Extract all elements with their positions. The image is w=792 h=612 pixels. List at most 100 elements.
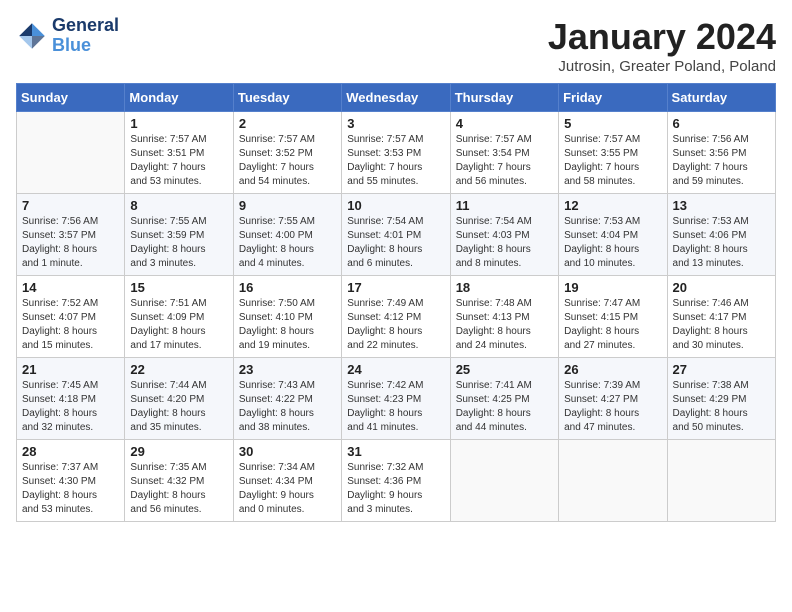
day-number: 7 (22, 198, 119, 213)
day-info: Sunrise: 7:48 AMSunset: 4:13 PMDaylight:… (456, 297, 553, 353)
day-info: Sunrise: 7:41 AMSunset: 4:25 PMDaylight:… (456, 379, 553, 435)
day-info: Sunrise: 7:53 AMSunset: 4:04 PMDaylight:… (564, 215, 661, 271)
day-info: Sunrise: 7:35 AMSunset: 4:32 PMDaylight:… (130, 461, 227, 517)
day-cell-5: 5 Sunrise: 7:57 AMSunset: 3:55 PMDaylight… (559, 112, 667, 194)
day-cell-20: 20 Sunrise: 7:46 AMSunset: 4:17 PMDayligh… (667, 276, 775, 358)
day-info: Sunrise: 7:44 AMSunset: 4:20 PMDaylight:… (130, 379, 227, 435)
day-cell-15: 15 Sunrise: 7:51 AMSunset: 4:09 PMDayligh… (125, 276, 233, 358)
day-info: Sunrise: 7:51 AMSunset: 4:09 PMDaylight:… (130, 297, 227, 353)
day-info: Sunrise: 7:43 AMSunset: 4:22 PMDaylight:… (239, 379, 336, 435)
day-cell-7: 7 Sunrise: 7:56 AMSunset: 3:57 PMDaylight… (17, 194, 125, 276)
day-info: Sunrise: 7:57 AMSunset: 3:51 PMDaylight:… (130, 133, 227, 189)
day-info: Sunrise: 7:39 AMSunset: 4:27 PMDaylight:… (564, 379, 661, 435)
day-number: 5 (564, 116, 661, 131)
day-info: Sunrise: 7:53 AMSunset: 4:06 PMDaylight:… (673, 215, 770, 271)
day-info: Sunrise: 7:52 AMSunset: 4:07 PMDaylight:… (22, 297, 119, 353)
calendar-table: SundayMondayTuesdayWednesdayThursdayFrid… (16, 83, 776, 522)
day-number: 21 (22, 362, 119, 377)
day-cell-19: 19 Sunrise: 7:47 AMSunset: 4:15 PMDayligh… (559, 276, 667, 358)
day-number: 12 (564, 198, 661, 213)
day-cell-28: 28 Sunrise: 7:37 AMSunset: 4:30 PMDayligh… (17, 440, 125, 522)
day-number: 25 (456, 362, 553, 377)
day-info: Sunrise: 7:47 AMSunset: 4:15 PMDaylight:… (564, 297, 661, 353)
day-info: Sunrise: 7:49 AMSunset: 4:12 PMDaylight:… (347, 297, 444, 353)
day-number: 10 (347, 198, 444, 213)
day-cell-17: 17 Sunrise: 7:49 AMSunset: 4:12 PMDayligh… (342, 276, 450, 358)
day-number: 17 (347, 280, 444, 295)
day-cell-22: 22 Sunrise: 7:44 AMSunset: 4:20 PMDayligh… (125, 358, 233, 440)
page-header: General Blue January 2024 Jutrosin, Grea… (16, 16, 776, 75)
weekday-header-friday: Friday (559, 84, 667, 112)
day-info: Sunrise: 7:50 AMSunset: 4:10 PMDaylight:… (239, 297, 336, 353)
day-info: Sunrise: 7:55 AMSunset: 4:00 PMDaylight:… (239, 215, 336, 271)
day-number: 27 (673, 362, 770, 377)
day-info: Sunrise: 7:46 AMSunset: 4:17 PMDaylight:… (673, 297, 770, 353)
week-row-4: 21Sunrise: 7:45 AMSunset: 4:18 PMDayligh… (17, 358, 776, 440)
day-info: Sunrise: 7:34 AMSunset: 4:34 PMDaylight:… (239, 461, 336, 517)
day-cell-25: 25 Sunrise: 7:41 AMSunset: 4:25 PMDayligh… (450, 358, 558, 440)
day-number: 19 (564, 280, 661, 295)
day-number: 6 (673, 116, 770, 131)
day-number: 4 (456, 116, 553, 131)
day-number: 11 (456, 198, 553, 213)
week-row-2: 7 Sunrise: 7:56 AMSunset: 3:57 PMDaylight… (17, 194, 776, 276)
day-cell-24: 24 Sunrise: 7:42 AMSunset: 4:23 PMDayligh… (342, 358, 450, 440)
day-cell-26: 26 Sunrise: 7:39 AMSunset: 4:27 PMDayligh… (559, 358, 667, 440)
logo-text: General Blue (52, 16, 119, 56)
weekday-header-wednesday: Wednesday (342, 84, 450, 112)
weekday-header-monday: Monday (125, 84, 233, 112)
day-number: 31 (347, 444, 444, 459)
day-number: 18 (456, 280, 553, 295)
title-block: January 2024 Jutrosin, Greater Poland, P… (548, 16, 776, 75)
day-number: 13 (673, 198, 770, 213)
day-info: Sunrise: 7:38 AMSunset: 4:29 PMDaylight:… (673, 379, 770, 435)
day-cell-27: 27 Sunrise: 7:38 AMSunset: 4:29 PMDayligh… (667, 358, 775, 440)
day-cell-3: 3 Sunrise: 7:57 AMSunset: 3:53 PMDaylight… (342, 112, 450, 194)
day-number: 8 (130, 198, 227, 213)
empty-cell (17, 112, 125, 194)
weekday-header-saturday: Saturday (667, 84, 775, 112)
day-info: Sunrise: 7:56 AMSunset: 3:57 PMDaylight:… (22, 215, 119, 271)
day-cell-4: 4Sunrise: 7:57 AMSunset: 3:54 PMDaylight… (450, 112, 558, 194)
week-row-3: 14 Sunrise: 7:52 AMSunset: 4:07 PMDayligh… (17, 276, 776, 358)
day-number: 16 (239, 280, 336, 295)
day-cell-16: 16 Sunrise: 7:50 AMSunset: 4:10 PMDayligh… (233, 276, 341, 358)
day-cell-13: 13 Sunrise: 7:53 AMSunset: 4:06 PMDayligh… (667, 194, 775, 276)
day-number: 26 (564, 362, 661, 377)
empty-cell (559, 440, 667, 522)
day-cell-14: 14 Sunrise: 7:52 AMSunset: 4:07 PMDayligh… (17, 276, 125, 358)
day-cell-12: 12 Sunrise: 7:53 AMSunset: 4:04 PMDayligh… (559, 194, 667, 276)
day-number: 15 (130, 280, 227, 295)
empty-cell (450, 440, 558, 522)
day-info: Sunrise: 7:42 AMSunset: 4:23 PMDaylight:… (347, 379, 444, 435)
day-cell-18: 18 Sunrise: 7:48 AMSunset: 4:13 PMDayligh… (450, 276, 558, 358)
day-info: Sunrise: 7:54 AMSunset: 4:01 PMDaylight:… (347, 215, 444, 271)
day-number: 23 (239, 362, 336, 377)
week-row-5: 28 Sunrise: 7:37 AMSunset: 4:30 PMDayligh… (17, 440, 776, 522)
day-info: Sunrise: 7:54 AMSunset: 4:03 PMDaylight:… (456, 215, 553, 271)
day-number: 14 (22, 280, 119, 295)
logo-icon (16, 20, 48, 52)
day-cell-1: 1Sunrise: 7:57 AMSunset: 3:51 PMDaylight… (125, 112, 233, 194)
day-cell-11: 11 Sunrise: 7:54 AMSunset: 4:03 PMDayligh… (450, 194, 558, 276)
day-number: 30 (239, 444, 336, 459)
day-info: Sunrise: 7:57 AMSunset: 3:53 PMDaylight:… (347, 133, 444, 189)
day-number: 28 (22, 444, 119, 459)
day-number: 9 (239, 198, 336, 213)
day-cell-8: 8 Sunrise: 7:55 AMSunset: 3:59 PMDaylight… (125, 194, 233, 276)
day-cell-30: 30 Sunrise: 7:34 AMSunset: 4:34 PMDayligh… (233, 440, 341, 522)
weekday-header-row: SundayMondayTuesdayWednesdayThursdayFrid… (17, 84, 776, 112)
day-info: Sunrise: 7:55 AMSunset: 3:59 PMDaylight:… (130, 215, 227, 271)
day-info: Sunrise: 7:37 AMSunset: 4:30 PMDaylight:… (22, 461, 119, 517)
day-number: 22 (130, 362, 227, 377)
day-number: 24 (347, 362, 444, 377)
day-cell-23: 23 Sunrise: 7:43 AMSunset: 4:22 PMDayligh… (233, 358, 341, 440)
day-number: 3 (347, 116, 444, 131)
day-info: Sunrise: 7:57 AMSunset: 3:55 PMDaylight:… (564, 133, 661, 189)
weekday-header-tuesday: Tuesday (233, 84, 341, 112)
day-cell-6: 6Sunrise: 7:56 AMSunset: 3:56 PMDaylight… (667, 112, 775, 194)
empty-cell (667, 440, 775, 522)
month-title: January 2024 (548, 16, 776, 58)
day-cell-31: 31Sunrise: 7:32 AMSunset: 4:36 PMDayligh… (342, 440, 450, 522)
day-number: 20 (673, 280, 770, 295)
